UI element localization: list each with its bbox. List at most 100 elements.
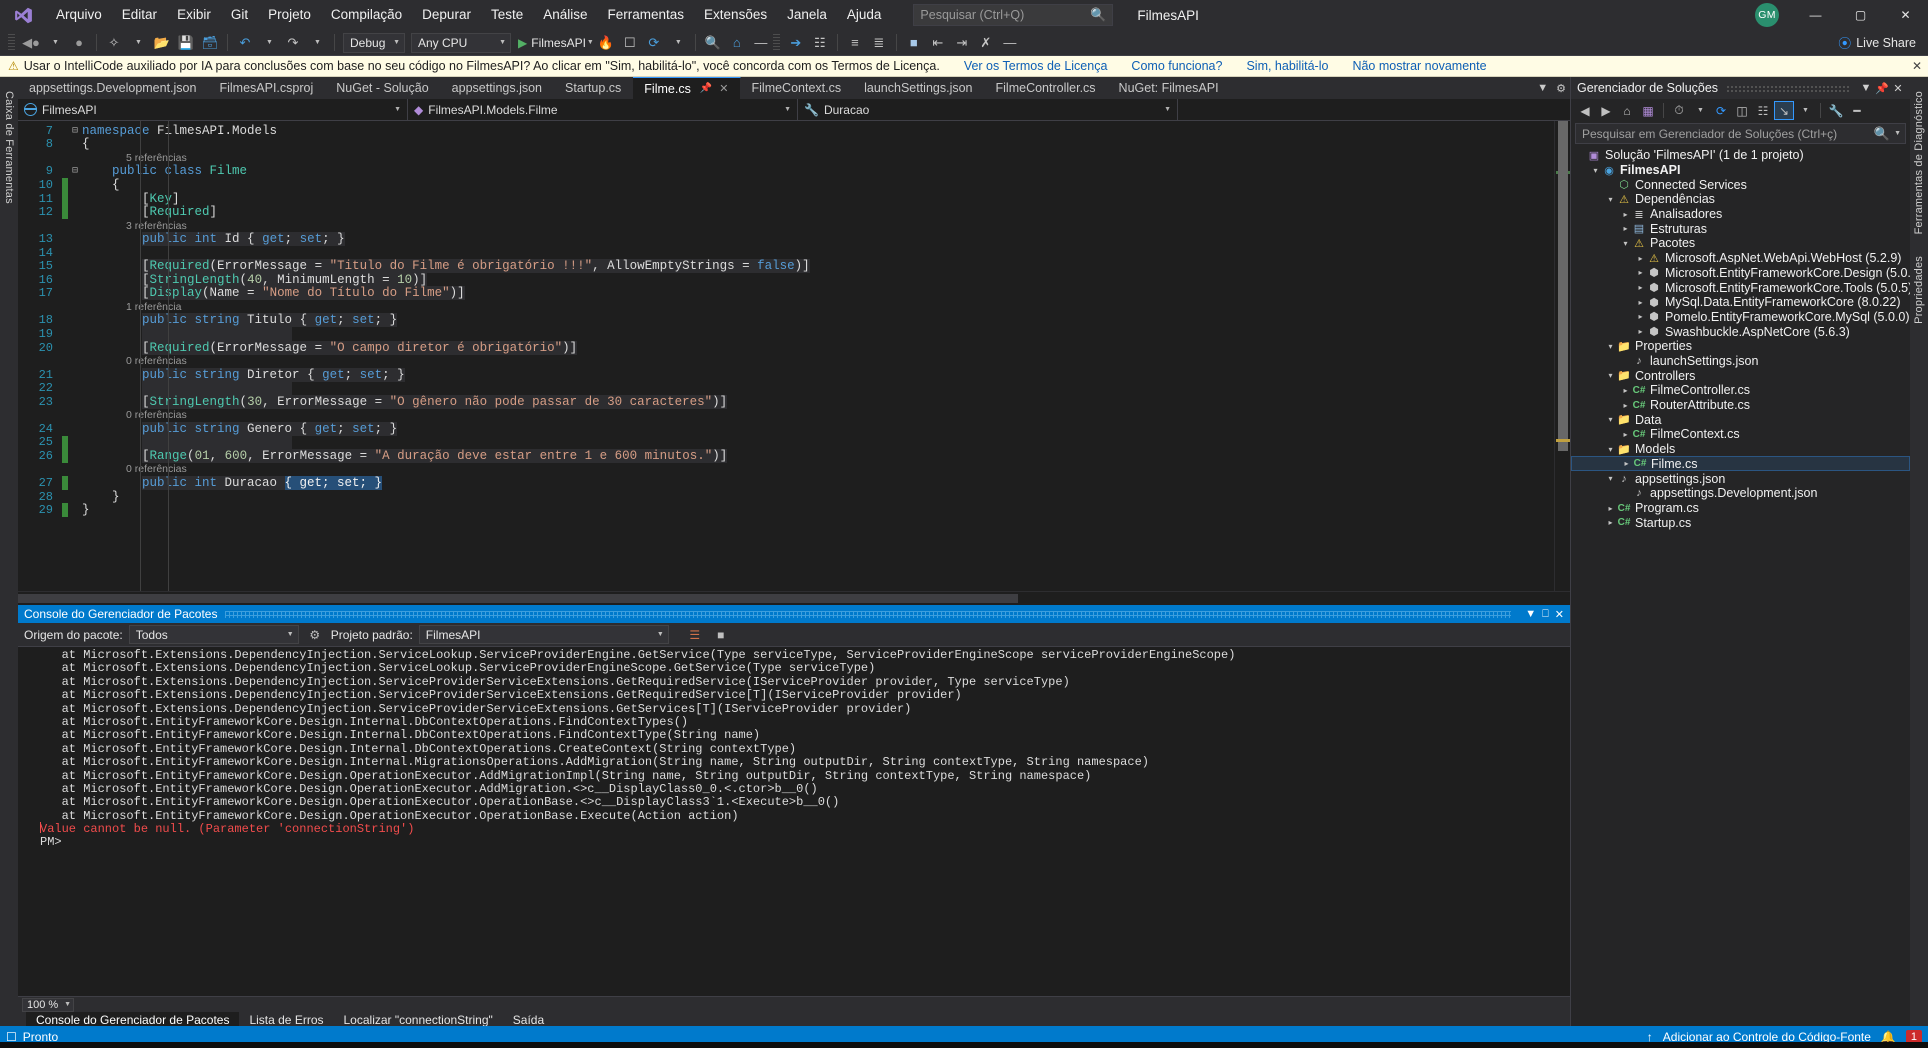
navbar-project-select[interactable]: FilmesAPI ▼ (18, 99, 408, 120)
notification-link-enable[interactable]: Sim, habilitá-lo (1246, 59, 1328, 73)
code-editor[interactable]: 7 ⊟ namespace FilmesAPI.Models 8{5 referênc… (18, 121, 1554, 591)
solution-explorer-dropdown-icon[interactable]: ▼ (1858, 82, 1874, 94)
previous-bookmark-icon[interactable]: ⇤ (927, 32, 949, 54)
code-line[interactable]: 11 [Key] (18, 192, 1554, 206)
chevron-right-icon[interactable] (1620, 386, 1631, 395)
live-share-button[interactable]: ⦿ Live Share (1838, 33, 1916, 52)
menu-compilacao[interactable]: Compilação (321, 0, 412, 30)
tree-node-item[interactable]: ⬡ Connected Services (1571, 177, 1910, 192)
open-file-icon[interactable]: 📂 (151, 32, 173, 54)
toolbar-grip-2[interactable] (772, 33, 780, 52)
code-reference-lens[interactable]: 0 referências (18, 463, 1554, 477)
tab-nuget-solucao[interactable]: NuGet - Solução (325, 77, 441, 99)
tree-node-item[interactable]: ◉ FilmesAPI (1571, 163, 1910, 178)
code-line[interactable]: 18 public string Titulo { get; set; } (18, 313, 1554, 328)
chevron-right-icon[interactable] (1605, 504, 1616, 513)
undo-caret-icon[interactable]: ▼ (258, 32, 280, 54)
tree-file-item[interactable]: C# RouterAttribute.cs (1571, 398, 1910, 413)
chevron-right-icon[interactable] (1635, 254, 1646, 263)
chevron-down-icon[interactable] (1605, 445, 1616, 454)
tree-node-item[interactable]: 📁 Models (1571, 442, 1910, 457)
chevron-down-icon[interactable] (1605, 195, 1616, 204)
chevron-right-icon[interactable] (1635, 298, 1646, 307)
properties-tab[interactable]: Propriedades (1913, 250, 1925, 330)
tab-filmecontroller-cs[interactable]: FilmeController.cs (984, 77, 1108, 99)
notification-link-dismiss[interactable]: Não mostrar novamente (1352, 59, 1486, 73)
tab-filmecontext-cs[interactable]: FilmeContext.cs (740, 77, 854, 99)
properties-wrench-icon[interactable]: 🔧 (1826, 101, 1846, 120)
solution-explorer-search-input[interactable] (1582, 126, 1874, 141)
editor-vertical-scrollbar[interactable] (1554, 121, 1570, 591)
tab-appsettings-development[interactable]: appsettings.Development.json (18, 77, 209, 99)
avatar[interactable]: GM (1755, 3, 1779, 27)
code-reference-lens[interactable]: 5 referências (18, 151, 1554, 165)
chevron-down-icon[interactable] (1605, 474, 1616, 483)
pmc-output[interactable]: at Microsoft.Extensions.DependencyInject… (18, 647, 1570, 996)
tree-node-item[interactable]: 📁 Data (1571, 412, 1910, 427)
close-button[interactable]: ✕ (1883, 0, 1928, 30)
pointer-icon[interactable]: ➔ (785, 32, 807, 54)
tab-settings-gear-icon[interactable]: ⚙ (1556, 82, 1566, 95)
notification-close-icon[interactable]: ✕ (1912, 59, 1922, 73)
pmc-dropdown-icon[interactable]: ▼ (1525, 608, 1536, 620)
pmc-float-icon[interactable]: ⎕ (1542, 608, 1549, 621)
code-line[interactable]: 28 } (18, 490, 1554, 504)
start-debug-button[interactable]: ▶ FilmesAPI ▼ (518, 36, 594, 50)
menu-extensoes[interactable]: Extensões (694, 0, 777, 30)
chevron-right-icon[interactable] (1620, 430, 1631, 439)
menu-exibir[interactable]: Exibir (167, 0, 221, 30)
tree-file-item[interactable]: C# FilmeContext.cs (1571, 427, 1910, 442)
code-reference-lens[interactable]: 3 referências (18, 219, 1554, 233)
code-line[interactable]: 10 { (18, 178, 1554, 192)
diagnostic-tools-tab[interactable]: Ferramentas de Diagnóstico (1913, 85, 1925, 240)
tab-filmesapi-csproj[interactable]: FilmesAPI.csproj (208, 77, 326, 99)
chevron-right-icon[interactable] (1620, 401, 1631, 410)
editor-horizontal-scrollbar[interactable] (18, 591, 1570, 605)
close-icon[interactable]: ✕ (1890, 82, 1906, 95)
chevron-right-icon[interactable] (1635, 283, 1646, 292)
fold-toggle-icon[interactable]: ⊟ (68, 165, 82, 177)
tree-file-item[interactable]: C# Filme.cs (1571, 456, 1910, 472)
chevron-right-icon[interactable] (1605, 518, 1616, 527)
refresh-icon[interactable]: ⟳ (1711, 101, 1731, 120)
clear-bookmarks-icon[interactable]: ✗ (975, 32, 997, 54)
quick-search-input[interactable] (920, 8, 1091, 22)
code-line[interactable]: 15 [Required(ErrorMessage = "Titulo do F… (18, 259, 1554, 274)
code-line[interactable]: 27✏ public int Duracao { get; set; } (18, 476, 1554, 490)
select-process-icon[interactable]: ☐ (619, 32, 641, 54)
menu-projeto[interactable]: Projeto (258, 0, 321, 30)
tree-file-item[interactable]: ♪ appsettings.Development.json (1571, 486, 1910, 501)
fold-toggle-icon[interactable]: ⊟ (68, 125, 82, 137)
chevron-down-icon[interactable] (1620, 239, 1631, 248)
code-line[interactable]: 17 [Display(Name = "Nome do Título do Fi… (18, 286, 1554, 301)
pmc-source-select[interactable]: Todos ▼ (128, 625, 299, 644)
code-reference-lens[interactable]: 0 referências (18, 354, 1554, 368)
pmc-close-icon[interactable]: ✕ (1555, 608, 1564, 621)
show-all-files-icon[interactable]: ☷ (1753, 101, 1773, 120)
pmc-zoom-select[interactable]: 100 % ▼ (22, 997, 74, 1012)
chevron-right-icon[interactable] (1621, 459, 1632, 468)
pmc-stop-icon[interactable]: ■ (711, 625, 731, 644)
pending-changes-icon[interactable]: ⏱ (1669, 101, 1689, 120)
code-reference-lens[interactable]: 1 referência (18, 300, 1554, 314)
solution-explorer-search[interactable]: 🔍 ▼ (1575, 123, 1906, 144)
collapse-all-icon[interactable]: ◫ (1732, 101, 1752, 120)
close-icon[interactable]: ✕ (719, 82, 728, 95)
code-line[interactable]: 8{ (18, 137, 1554, 151)
tree-file-item[interactable]: ♪ launchSettings.json (1571, 354, 1910, 369)
tree-node-item[interactable]: ⬢ MySql.Data.EntityFrameworkCore (8.0.22) (1571, 295, 1910, 310)
toolbar-grip[interactable] (8, 33, 15, 52)
chevron-down-icon[interactable] (1605, 415, 1616, 424)
menu-git[interactable]: Git (221, 0, 258, 30)
tree-node-item[interactable]: ⬢ Microsoft.EntityFrameworkCore.Design (5… (1571, 266, 1910, 281)
tree-file-item[interactable]: C# FilmeController.cs (1571, 383, 1910, 398)
quick-search[interactable]: 🔍 (913, 4, 1114, 26)
code-line[interactable]: 23 [StringLength(30, ErrorMessage = "O g… (18, 394, 1554, 409)
save-icon[interactable]: 💾 (175, 32, 197, 54)
maximize-button[interactable]: ▢ (1838, 0, 1883, 30)
solution-explorer-drag-dots[interactable] (1726, 84, 1850, 92)
menu-editar[interactable]: Editar (112, 0, 167, 30)
tab-startup-cs[interactable]: Startup.cs (554, 77, 634, 99)
solution-configuration-select[interactable]: Debug ▼ (343, 32, 405, 53)
code-line[interactable]: 26 [Range(01, 600, ErrorMessage = "A dur… (18, 448, 1554, 463)
